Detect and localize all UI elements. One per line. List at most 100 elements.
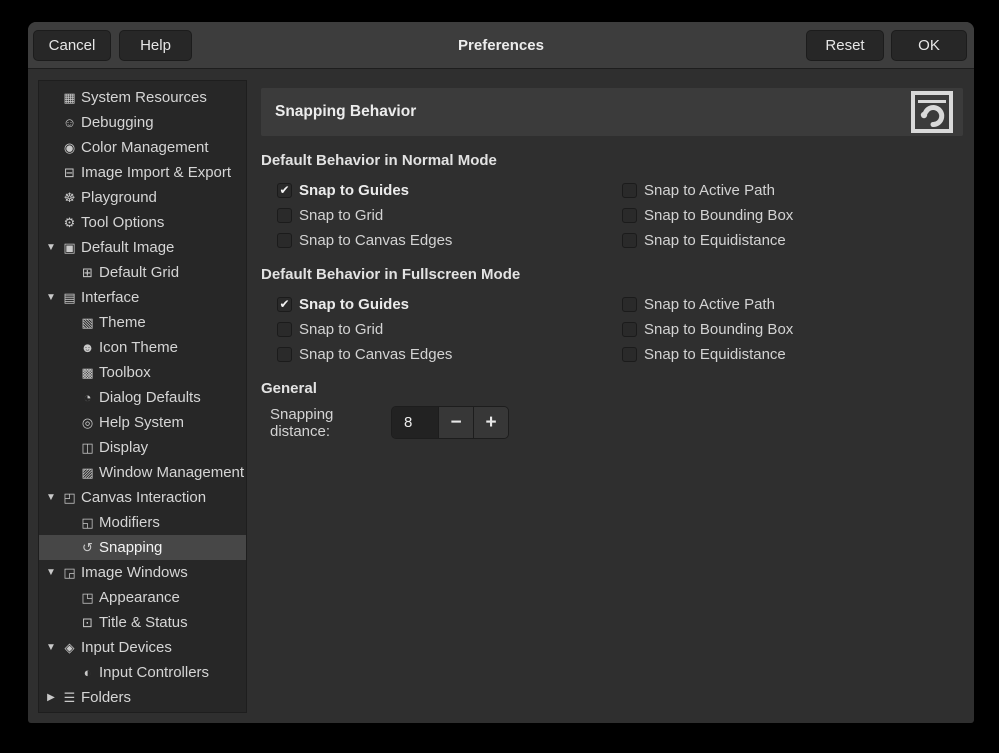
checkbox-checked-icon[interactable]: ✔ [277,183,292,198]
window-management-icon: ▨ [79,465,96,481]
expander-down-icon[interactable]: ▼ [44,492,58,503]
checkbox-label[interactable]: Snap to Equidistance [644,232,786,249]
sidebar-item-default-grid[interactable]: ⊞Default Grid [39,260,246,285]
checkbox-row-snap-to-active-path[interactable]: Snap to Active Path [606,178,793,203]
snapping-distance-input[interactable]: 8 [392,407,438,438]
help-system-icon: ◎ [79,415,96,431]
sidebar-item-label: Default Grid [99,264,179,281]
checkbox-label[interactable]: Snap to Grid [299,321,383,338]
checkbox-row-snap-to-active-path[interactable]: Snap to Active Path [606,292,793,317]
checkbox-unchecked-icon[interactable] [277,233,292,248]
sidebar-item-label: Modifiers [99,514,160,531]
checkbox-unchecked-icon[interactable] [622,208,637,223]
checkbox-unchecked-icon[interactable] [622,183,637,198]
sidebar-item-color-management[interactable]: ◉Color Management [39,135,246,160]
ok-button[interactable]: OK [891,30,967,61]
sidebar-item-theme[interactable]: ▧Theme [39,310,246,335]
checkbox-label[interactable]: Snap to Bounding Box [644,321,793,338]
normal-mode-checkboxes: ✔ Snap to Guides Snap to Grid Snap to Canva… [261,178,963,253]
sidebar-item-window-management[interactable]: ▨Window Management [39,460,246,485]
sidebar-item-input-devices[interactable]: ▼◈Input Devices [39,635,246,660]
sidebar-item-input-controllers[interactable]: ◐Input Controllers [39,660,246,685]
checkbox-row-snap-to-guides[interactable]: ✔ Snap to Guides [261,178,606,203]
sidebar-item-title-status[interactable]: ⊡Title & Status [39,610,246,635]
image-windows-icon: ◲ [61,565,78,581]
sidebar-item-interface[interactable]: ▼▤Interface [39,285,246,310]
sidebar-item-system-resources[interactable]: ▦System Resources [39,85,246,110]
checkbox-row-snap-to-grid[interactable]: Snap to Grid [261,203,606,228]
checkbox-unchecked-icon[interactable] [622,233,637,248]
checkbox-label[interactable]: Snap to Canvas Edges [299,346,452,363]
checkbox-checked-icon[interactable]: ✔ [277,297,292,312]
preferences-sidebar[interactable]: ▦System Resources☺Debugging◉Color Manage… [38,80,247,713]
checkbox-unchecked-icon[interactable] [277,347,292,362]
sidebar-item-folders[interactable]: ▶☰Folders [39,685,246,710]
checkbox-label[interactable]: Snap to Guides [299,296,409,313]
checkbox-label[interactable]: Snap to Grid [299,207,383,224]
sidebar-item-playground[interactable]: ☸Playground [39,185,246,210]
expander-down-icon[interactable]: ▼ [44,292,58,303]
sidebar-item-label: Window Management [99,464,244,481]
sidebar-item-toolbox[interactable]: ▩Toolbox [39,360,246,385]
sidebar-item-image-windows[interactable]: ▼◲Image Windows [39,560,246,585]
checkbox-unchecked-icon[interactable] [622,322,637,337]
snapping-distance-spinner: 8 − + [391,406,509,439]
input-devices-icon: ◈ [61,640,78,656]
debugging-icon: ☺ [61,115,78,130]
sidebar-item-canvas-interaction[interactable]: ▼◰Canvas Interaction [39,485,246,510]
sidebar-item-label: Appearance [99,589,180,606]
checkbox-label[interactable]: Snap to Bounding Box [644,207,793,224]
cancel-button[interactable]: Cancel [33,30,111,61]
decrement-button[interactable]: − [438,407,473,438]
snapping-icon: ↺ [79,540,96,556]
checkbox-unchecked-icon[interactable] [622,297,637,312]
checkbox-row-snap-to-equidistance[interactable]: Snap to Equidistance [606,228,793,253]
sidebar-item-label: Dialog Defaults [99,389,201,406]
sidebar-item-dialog-defaults[interactable]: ◔Dialog Defaults [39,385,246,410]
sidebar-item-label: Image Import & Export [81,164,231,181]
checkbox-row-snap-to-canvas-edges[interactable]: Snap to Canvas Edges [261,342,606,367]
reset-button[interactable]: Reset [806,30,884,61]
page-title: Snapping Behavior [261,103,910,121]
checkbox-row-snap-to-canvas-edges[interactable]: Snap to Canvas Edges [261,228,606,253]
image-import-export-icon: ⊟ [61,165,78,181]
checkbox-row-snap-to-guides[interactable]: ✔ Snap to Guides [261,292,606,317]
system-resources-icon: ▦ [61,90,78,106]
sidebar-item-appearance[interactable]: ◳Appearance [39,585,246,610]
checkbox-row-snap-to-bounding-box[interactable]: Snap to Bounding Box [606,317,793,342]
sidebar-item-debugging[interactable]: ☺Debugging [39,110,246,135]
checkbox-label[interactable]: Snap to Canvas Edges [299,232,452,249]
checkbox-label[interactable]: Snap to Equidistance [644,346,786,363]
sidebar-item-display[interactable]: ◫Display [39,435,246,460]
checkbox-label[interactable]: Snap to Active Path [644,296,775,313]
sidebar-item-snapping[interactable]: ↺Snapping [39,535,246,560]
sidebar-item-image-import-export[interactable]: ⊟Image Import & Export [39,160,246,185]
sidebar-item-label: Tool Options [81,214,164,231]
checkbox-row-snap-to-bounding-box[interactable]: Snap to Bounding Box [606,203,793,228]
expander-right-icon[interactable]: ▶ [44,692,58,703]
sidebar-item-label: Default Image [81,239,174,256]
checkbox-unchecked-icon[interactable] [277,322,292,337]
sidebar-item-help-system[interactable]: ◎Help System [39,410,246,435]
input-controllers-icon: ◐ [79,665,96,680]
expander-down-icon[interactable]: ▼ [44,242,58,253]
sidebar-item-icon-theme[interactable]: ☻Icon Theme [39,335,246,360]
sidebar-item-default-image[interactable]: ▼▣Default Image [39,235,246,260]
checkbox-label[interactable]: Snap to Active Path [644,182,775,199]
help-button[interactable]: Help [119,30,192,61]
sidebar-item-label: Help System [99,414,184,431]
checkbox-row-snap-to-equidistance[interactable]: Snap to Equidistance [606,342,793,367]
increment-button[interactable]: + [473,407,508,438]
titlebar: Cancel Help Preferences Reset OK [28,22,974,69]
sidebar-item-tool-options[interactable]: ⚙Tool Options [39,210,246,235]
color-management-icon: ◉ [61,140,78,156]
snapping-icon [910,90,954,134]
checkbox-row-snap-to-grid[interactable]: Snap to Grid [261,317,606,342]
checkbox-unchecked-icon[interactable] [622,347,637,362]
checkbox-label[interactable]: Snap to Guides [299,182,409,199]
checkbox-unchecked-icon[interactable] [277,208,292,223]
expander-down-icon[interactable]: ▼ [44,642,58,653]
sidebar-item-modifiers[interactable]: ◱Modifiers [39,510,246,535]
expander-down-icon[interactable]: ▼ [44,567,58,578]
sidebar-item-label: Toolbox [99,364,151,381]
